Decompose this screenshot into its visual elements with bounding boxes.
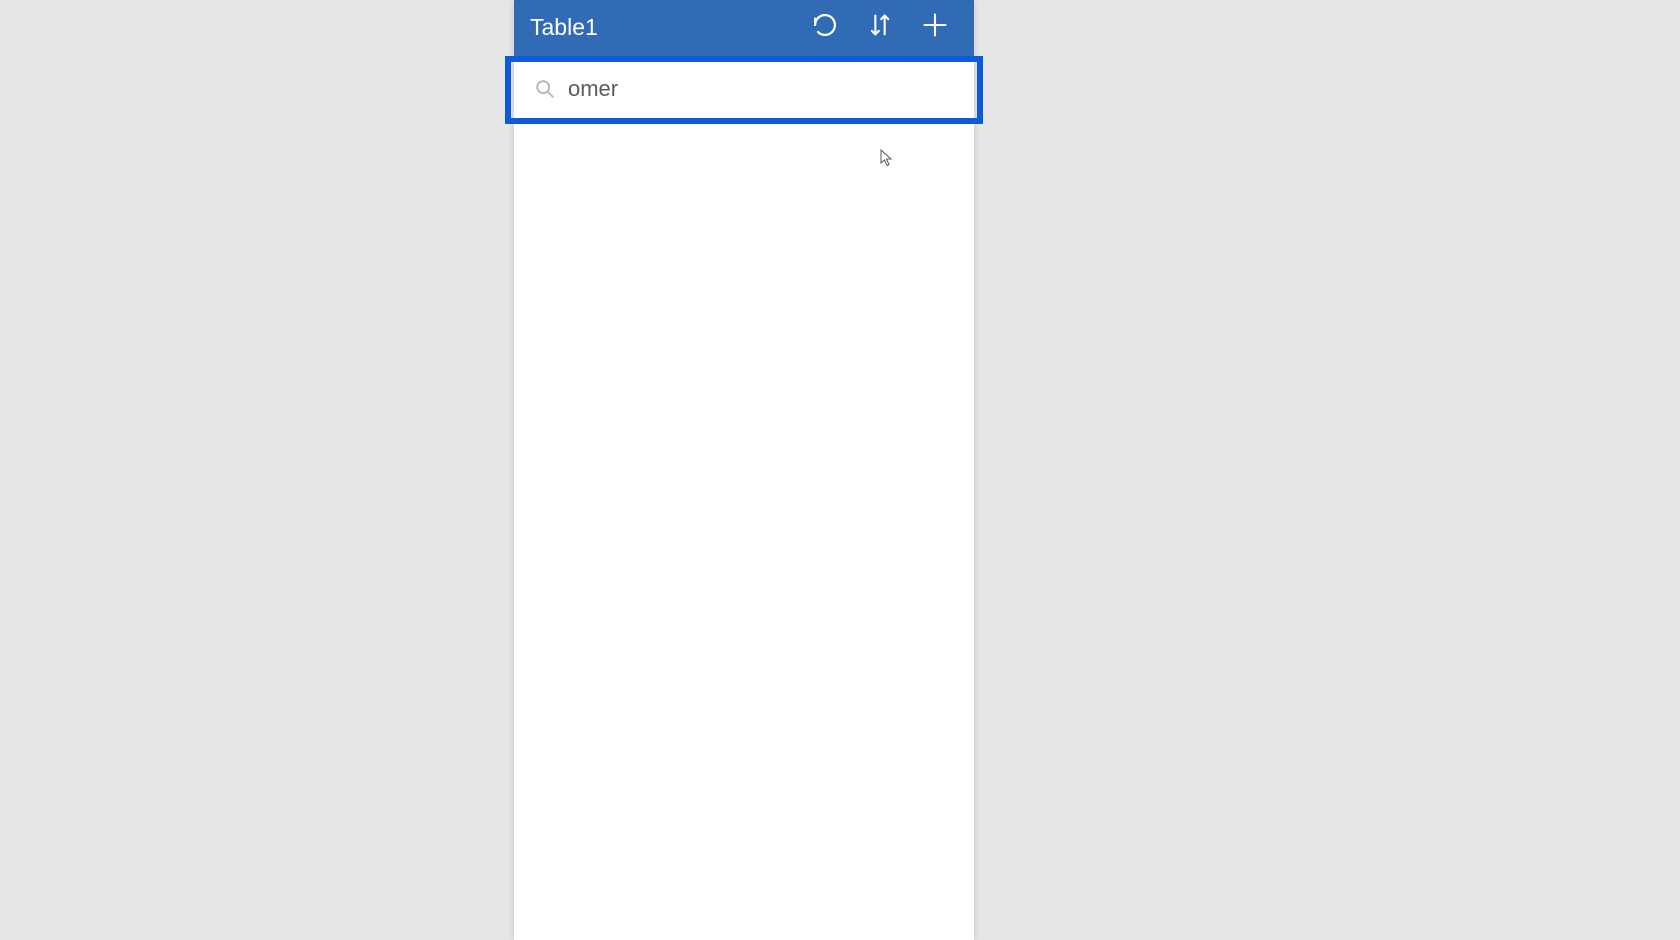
search-input[interactable] [562,76,964,102]
sort-icon [866,11,894,44]
refresh-button[interactable] [797,0,852,55]
header-actions [797,0,962,55]
app-title: Table1 [530,14,797,41]
app-panel: Table1 [514,0,974,940]
search-icon [528,78,562,100]
search-row [514,55,974,120]
sort-button[interactable] [852,0,907,55]
app-stage: Table1 [15,0,1665,940]
refresh-icon [811,11,839,44]
search-box [524,66,964,112]
app-header: Table1 [514,0,974,55]
plus-icon [921,11,949,44]
add-button[interactable] [907,0,962,55]
